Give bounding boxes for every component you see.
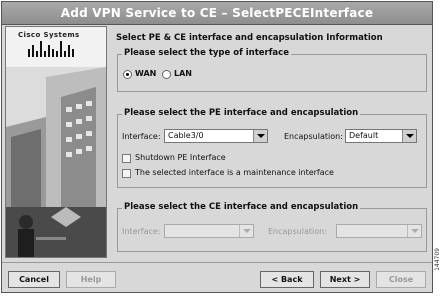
pe-group-title: Please select the PE interface and encap… (122, 108, 361, 118)
button-bar: Cancel Help < Back Next > Close (2, 262, 432, 293)
chevron-down-icon[interactable] (239, 225, 253, 237)
ce-group-title: Please select the CE interface and encap… (122, 202, 361, 212)
side-illustration: Cisco Systems (5, 26, 107, 258)
shutdown-pe-label: Shutdown PE Interface (135, 153, 226, 162)
maintenance-interface-checkbox[interactable] (122, 169, 131, 178)
dialog-window: Add VPN Service to CE – SelectPECEInterf… (1, 1, 433, 293)
close-button[interactable]: Close (376, 271, 426, 288)
interface-type-group: Please select the type of interface WAN … (117, 48, 427, 92)
content-panel: Select PE & CE interface and encapsulati… (108, 26, 431, 259)
ce-encapsulation-select[interactable] (336, 224, 422, 238)
pe-interface-value: Cable3/0 (168, 131, 204, 140)
chevron-down-icon[interactable] (402, 130, 416, 142)
wan-radio[interactable] (123, 70, 132, 79)
ce-interface-group: Please select the CE interface and encap… (117, 202, 427, 252)
ce-encapsulation-label: Encapsulation: (268, 227, 327, 236)
ce-interface-select[interactable] (164, 224, 254, 238)
page-heading: Select PE & CE interface and encapsulati… (116, 33, 383, 43)
chevron-down-icon[interactable] (407, 225, 421, 237)
next-button[interactable]: Next > (320, 271, 370, 288)
chevron-down-icon[interactable] (253, 130, 267, 142)
ce-interface-label: Interface: (122, 227, 161, 236)
pe-interface-label: Interface: (122, 132, 161, 141)
pe-encapsulation-select[interactable]: Default (345, 129, 417, 143)
lan-radio[interactable] (162, 70, 171, 79)
title-bar[interactable]: Add VPN Service to CE – SelectPECEInterf… (2, 2, 432, 25)
building-illustration (6, 67, 106, 257)
cisco-logo: Cisco Systems (6, 27, 106, 68)
pe-interface-select[interactable]: Cable3/0 (164, 129, 268, 143)
figure-code: 144709 (434, 248, 441, 271)
lan-label: LAN (174, 69, 192, 78)
help-button[interactable]: Help (66, 271, 116, 288)
pe-encapsulation-label: Encapsulation: (284, 132, 343, 141)
window-title: Add VPN Service to CE – SelectPECEInterf… (60, 6, 374, 20)
shutdown-pe-checkbox[interactable] (122, 154, 131, 163)
wan-label: WAN (135, 69, 157, 78)
maintenance-interface-label: The selected interface is a maintenance … (135, 168, 334, 177)
interface-type-title: Please select the type of interface (122, 48, 291, 58)
pe-encapsulation-value: Default (349, 131, 379, 140)
back-button[interactable]: < Back (260, 271, 314, 288)
pe-interface-group: Please select the PE interface and encap… (117, 108, 427, 188)
cancel-button[interactable]: Cancel (8, 271, 60, 288)
logo-bridge-icon (28, 41, 74, 57)
